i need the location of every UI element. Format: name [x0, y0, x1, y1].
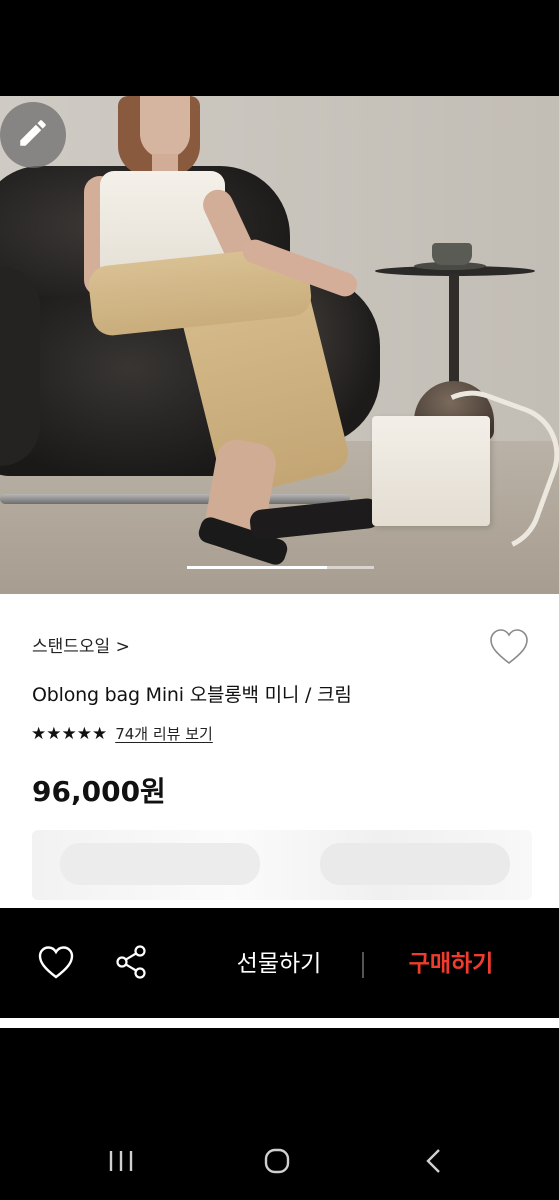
sofa-rail: [0, 494, 350, 504]
heart-outline-icon: [488, 629, 530, 670]
back-icon: [424, 1149, 444, 1178]
share-icon: [112, 945, 152, 986]
product-title: Oblong bag Mini 오블롱백 미니 / 크림: [32, 684, 352, 706]
gallery-indicator: [187, 566, 374, 569]
home-button[interactable]: [264, 1148, 290, 1174]
gift-button[interactable]: 선물하기: [222, 944, 336, 978]
oblong-bag: [372, 416, 490, 526]
share-button[interactable]: [112, 942, 152, 982]
back-button[interactable]: [424, 1148, 444, 1174]
status-area: [0, 0, 559, 96]
home-icon: [264, 1148, 290, 1178]
pencil-icon: [16, 116, 50, 154]
model-face: [140, 96, 190, 158]
sofa-left: [0, 266, 40, 466]
recents-icon: [108, 1151, 134, 1176]
product-price: 96,000원: [32, 775, 166, 808]
star-rating: ★★★★★: [31, 723, 108, 744]
obscured-blob: [320, 843, 510, 885]
brand-name: 스탠드오일: [32, 637, 111, 657]
gallery-indicator-active: [187, 566, 327, 569]
chevron-right-icon: >: [115, 637, 130, 657]
buy-button[interactable]: 구매하기: [392, 944, 510, 978]
review-link[interactable]: 74개 리뷰 보기: [115, 723, 213, 744]
heart-outline-icon: [36, 946, 76, 986]
recents-button[interactable]: [108, 1150, 134, 1172]
like-button[interactable]: [36, 944, 76, 982]
edit-button[interactable]: [0, 102, 66, 168]
obscured-blob: [60, 843, 260, 885]
cup: [432, 243, 472, 265]
section-divider: [0, 1018, 559, 1028]
product-image[interactable]: [0, 96, 559, 594]
action-divider: [362, 952, 364, 978]
brand-link[interactable]: 스탠드오일 >: [32, 632, 130, 657]
rating-row: ★★★★★ 74개 리뷰 보기: [31, 723, 213, 744]
wishlist-button[interactable]: [488, 628, 530, 666]
